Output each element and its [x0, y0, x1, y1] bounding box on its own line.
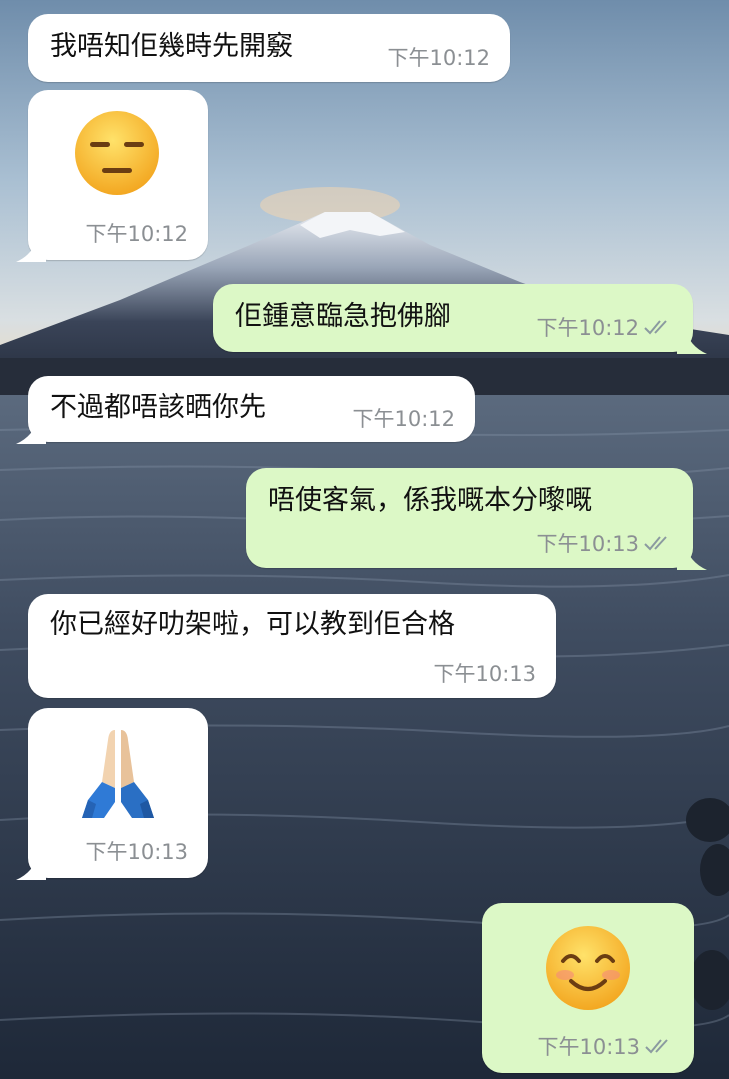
smiling-face-with-smiling-eyes-icon: [546, 926, 630, 1010]
bubble-tail: [16, 418, 46, 444]
message-text: 你已經好叻架啦，可以教到佢合格: [50, 609, 455, 640]
message-bubble-outgoing-emoji[interactable]: 下午10:13: [482, 903, 694, 1073]
message-bubble-outgoing[interactable]: 佢鍾意臨急抱佛腳 下午10:12: [213, 284, 707, 354]
bubble-tail: [16, 236, 46, 262]
bubble-tail: [16, 854, 46, 880]
message-bubble-incoming[interactable]: 不過都唔該晒你先 下午10:12: [16, 376, 475, 444]
folded-hands-icon: [82, 730, 154, 818]
message-timestamp: 下午10:13: [536, 528, 673, 558]
message-timestamp: 下午10:13: [433, 662, 536, 686]
message-timestamp: 下午10:13: [537, 1031, 674, 1061]
message-bubble-outgoing[interactable]: 唔使客氣，係我嘅本分嚟嘅 下午10:13: [246, 468, 707, 570]
bubble-tail: [677, 544, 707, 570]
message-bubble-incoming-emoji[interactable]: 下午10:12: [16, 90, 208, 262]
message-text: 我唔知佢幾時先開竅: [50, 31, 293, 62]
message-timestamp: 下午10:12: [352, 407, 455, 431]
message-timestamp: 下午10:12: [85, 222, 188, 246]
bubble-tail: [677, 328, 707, 354]
message-timestamp: 下午10:12: [536, 312, 673, 342]
message-bubble-incoming[interactable]: 我唔知佢幾時先開竅 下午10:12: [28, 14, 510, 82]
message-timestamp: 下午10:12: [387, 46, 490, 70]
message-timestamp: 下午10:13: [85, 840, 188, 864]
message-text: 佢鍾意臨急抱佛腳: [235, 301, 451, 332]
chat-thread: 我唔知佢幾時先開竅 下午10:12 下午10:12 佢鍾意臨急抱佛腳 下午10:…: [0, 0, 729, 1079]
message-bubble-incoming[interactable]: 你已經好叻架啦，可以教到佢合格 下午10:13: [28, 594, 556, 698]
message-text: 不過都唔該晒你先: [50, 392, 266, 423]
read-receipt-icon: [645, 1039, 668, 1054]
expressionless-face-icon: [75, 111, 159, 195]
message-bubble-incoming-emoji[interactable]: 下午10:13: [16, 708, 208, 880]
read-receipt-icon: [644, 320, 667, 335]
message-text: 唔使客氣，係我嘅本分嚟嘅: [268, 485, 592, 516]
read-receipt-icon: [644, 536, 667, 551]
